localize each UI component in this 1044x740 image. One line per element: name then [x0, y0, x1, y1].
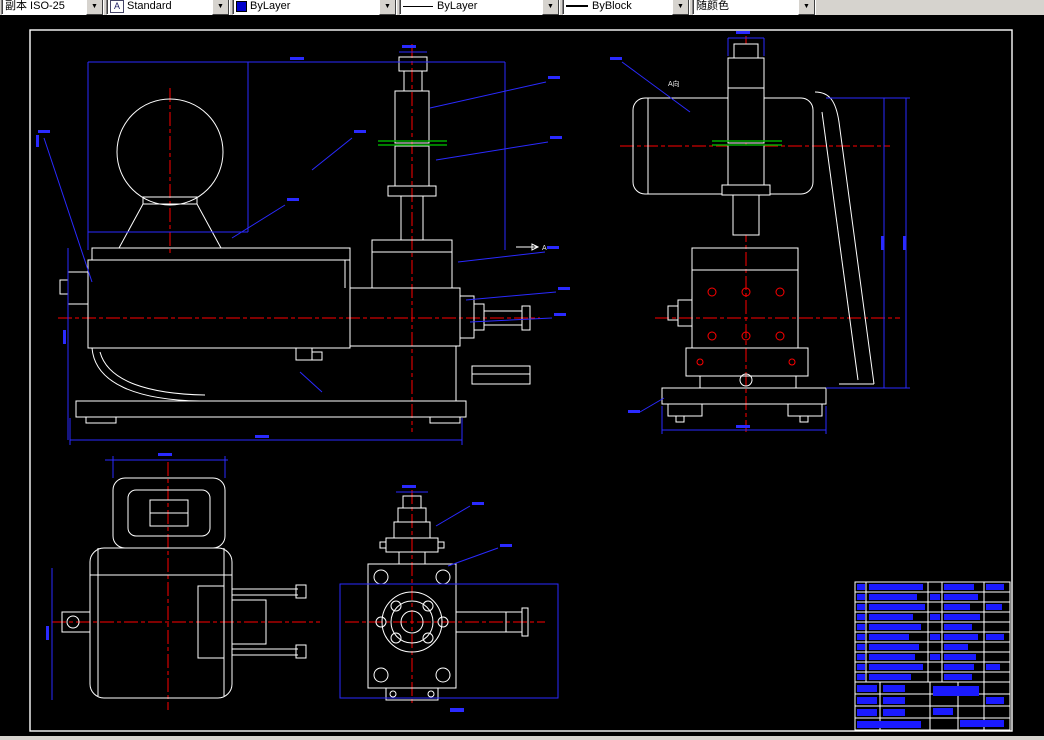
view-direction-label: A向	[668, 79, 680, 88]
chevron-down-icon[interactable]: ▼	[379, 0, 396, 15]
chevron-down-icon[interactable]: ▼	[672, 0, 689, 15]
color-value: ByLayer	[250, 0, 291, 12]
linetype-combo[interactable]: ByLayer ▼	[399, 0, 560, 15]
flange-view	[345, 490, 545, 706]
chevron-down-icon[interactable]: ▼	[542, 0, 559, 15]
top-view	[52, 462, 320, 710]
title-block	[854, 581, 1011, 731]
color-combo[interactable]: ByLayer ▼	[232, 0, 397, 15]
properties-toolbar: 副本 ISO-25 ▼ A Standard ▼ ByLayer ▼ ByLay…	[0, 0, 1044, 15]
plot-style-combo[interactable]: 随颜色 ▼	[692, 0, 816, 15]
text-style-combo[interactable]: A Standard ▼	[106, 0, 230, 15]
plot-style-value: 随颜色	[696, 0, 729, 12]
window-bottom-edge	[0, 736, 1044, 740]
side-view: A向	[620, 36, 900, 432]
dim-style-combo[interactable]: 副本 ISO-25 ▼	[1, 0, 104, 15]
dim-style-value: 副本 ISO-25	[5, 0, 65, 12]
color-swatch	[236, 0, 247, 12]
text-style-value: Standard	[127, 0, 172, 12]
chevron-down-icon[interactable]: ▼	[798, 0, 815, 15]
linetype-value: ByLayer	[437, 0, 478, 12]
lineweight-sample-icon	[566, 5, 588, 7]
cad-drawing[interactable]: A A向	[0, 15, 1044, 736]
lineweight-value: ByBlock	[592, 0, 632, 12]
chevron-down-icon[interactable]: ▼	[86, 0, 103, 15]
text-style-icon: A	[110, 0, 124, 13]
lineweight-combo[interactable]: ByBlock ▼	[562, 0, 690, 15]
chevron-down-icon[interactable]: ▼	[212, 0, 229, 15]
drawing-canvas[interactable]: A A向	[0, 15, 1044, 736]
section-label: A	[542, 245, 547, 252]
front-view-dimensions	[36, 45, 570, 445]
linetype-sample-icon	[403, 5, 433, 7]
